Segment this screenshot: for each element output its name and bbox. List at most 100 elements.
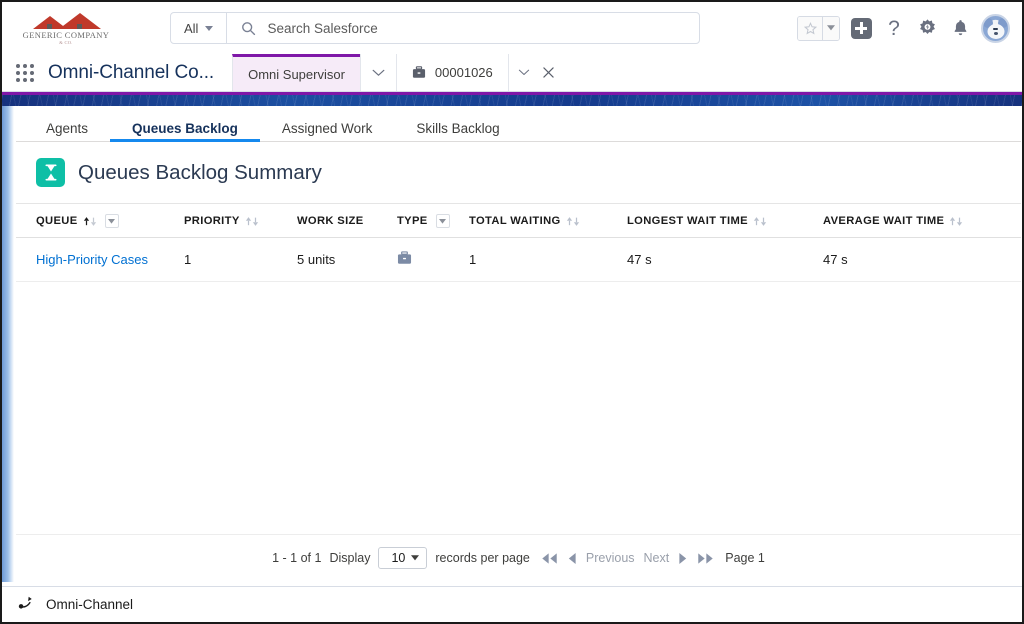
column-header-type[interactable]: TYPE — [397, 204, 469, 238]
question-mark-icon: ? — [888, 16, 900, 40]
bell-icon — [954, 20, 966, 36]
queue-link[interactable]: High-Priority Cases — [36, 252, 148, 267]
tab-agents[interactable]: Agents — [24, 115, 110, 141]
hourglass-icon — [36, 158, 65, 187]
nav-tab-label: 00001026 — [434, 65, 493, 80]
queues-backlog-table-wrapper: QUEUE PRIORITY WORK SIZE TYPE TOTAL WAIT… — [16, 204, 1021, 534]
column-label: PRIORITY — [184, 215, 240, 227]
tab-queues-backlog[interactable]: Queues Backlog — [110, 115, 260, 142]
sort-icon[interactable] — [245, 216, 259, 227]
column-header-work-size[interactable]: WORK SIZE — [297, 204, 397, 238]
chevron-down-icon — [411, 555, 420, 561]
company-logo[interactable]: GENERIC COMPANY & CO. — [20, 10, 112, 46]
chevron-down-icon — [519, 69, 530, 75]
page-title: Queues Backlog Summary — [78, 160, 322, 184]
tab-label: Skills Backlog — [416, 120, 500, 136]
global-search[interactable]: All Search Salesforce — [170, 12, 700, 44]
page-size-select[interactable]: 10 — [378, 547, 428, 569]
favorites-star-icon[interactable] — [798, 16, 822, 40]
supervisor-subtabs: Agents Queues Backlog Assigned Work Skil… — [16, 106, 1021, 142]
tab-assigned-work[interactable]: Assigned Work — [260, 115, 395, 141]
cell-total-waiting: 1 — [469, 237, 627, 282]
global-header: GENERIC COMPANY & CO. All Search Salesfo… — [2, 2, 1022, 54]
cell-type — [397, 237, 469, 282]
queues-backlog-table: QUEUE PRIORITY WORK SIZE TYPE TOTAL WAIT… — [16, 204, 1021, 282]
app-launcher-button[interactable] — [2, 54, 48, 91]
cell-queue: High-Priority Cases — [16, 237, 184, 282]
column-header-longest-wait-time[interactable]: LONGEST WAIT TIME — [627, 204, 823, 238]
omni-channel-label: Omni-Channel — [46, 597, 134, 612]
nav-tab-label: Omni Supervisor — [248, 66, 345, 82]
record-range: 1 - 1 of 1 — [272, 551, 322, 565]
setup-button[interactable] — [915, 16, 939, 40]
pagination-bar: 1 - 1 of 1 Display 10 records per page P… — [16, 534, 1021, 582]
table-header: QUEUE PRIORITY WORK SIZE TYPE TOTAL WAIT… — [16, 204, 1021, 238]
logo-house-icon — [29, 12, 103, 29]
avatar[interactable] — [981, 13, 1010, 43]
page-indicator: Page 1 — [725, 551, 765, 565]
decorative-banner — [2, 92, 1022, 106]
column-header-queue[interactable]: QUEUE — [16, 204, 184, 238]
app-navigation-bar: Omni-Channel Co... Omni Supervisor 00001… — [2, 54, 1022, 92]
favorites-dropdown-icon[interactable] — [822, 16, 839, 40]
logo-tagline: & CO. — [59, 39, 73, 45]
close-icon — [543, 67, 554, 78]
search-input-area[interactable]: Search Salesforce — [227, 13, 699, 43]
sort-icon[interactable] — [753, 216, 767, 227]
briefcase-icon — [412, 66, 426, 79]
page-header: Queues Backlog Summary — [16, 142, 1021, 204]
favorites-group[interactable] — [797, 15, 840, 41]
nav-tab-record-menu[interactable] — [507, 54, 540, 91]
previous-page-button[interactable] — [567, 552, 577, 565]
records-per-page-label: records per page — [435, 551, 530, 565]
header-actions: ? — [797, 2, 1010, 54]
next-page-button[interactable] — [678, 552, 688, 565]
logo-company-name: GENERIC COMPANY — [22, 29, 110, 40]
nav-tab-record-00001026[interactable]: 00001026 — [395, 54, 508, 91]
cell-priority: 1 — [184, 237, 297, 282]
app-launcher-icon — [16, 63, 34, 82]
sort-icon[interactable] — [949, 216, 963, 227]
table-row[interactable]: High-Priority Cases 1 5 units 1 47 s 47 … — [16, 237, 1021, 282]
tab-label: Queues Backlog — [132, 120, 238, 136]
briefcase-icon — [397, 251, 412, 268]
column-label: TYPE — [397, 215, 428, 227]
add-button[interactable] — [849, 16, 873, 40]
table-header-row: QUEUE PRIORITY WORK SIZE TYPE TOTAL WAIT… — [16, 204, 1021, 238]
next-button[interactable]: Next — [644, 551, 670, 565]
chevron-down-icon — [372, 69, 385, 76]
tab-label: Assigned Work — [281, 120, 373, 136]
search-scope-selector[interactable]: All — [171, 13, 228, 43]
column-header-priority[interactable]: PRIORITY — [184, 204, 297, 238]
cell-work-size: 5 units — [297, 237, 397, 282]
nav-tab-omni-supervisor-menu[interactable] — [359, 54, 396, 91]
omni-channel-footer[interactable]: Omni-Channel — [2, 586, 1022, 622]
page-size-value: 10 — [391, 551, 406, 565]
chevron-right-icon — [679, 552, 687, 564]
sort-ascending-icon[interactable] — [83, 216, 97, 227]
nav-tab-omni-supervisor[interactable]: Omni Supervisor — [232, 54, 360, 91]
gear-icon — [919, 18, 935, 34]
omni-channel-icon — [18, 595, 35, 615]
column-menu-type[interactable] — [435, 214, 450, 228]
column-menu-queue[interactable] — [104, 214, 119, 228]
application-window: GENERIC COMPANY & CO. All Search Salesfo… — [0, 0, 1024, 624]
nav-tab-close-button[interactable] — [540, 54, 557, 91]
tab-label: Agents — [46, 120, 89, 136]
content-area: Agents Queues Backlog Assigned Work Skil… — [2, 106, 1022, 582]
sort-icon[interactable] — [566, 216, 580, 227]
last-page-button[interactable] — [697, 552, 714, 565]
column-header-total-waiting[interactable]: TOTAL WAITING — [469, 204, 627, 238]
column-label: AVERAGE WAIT TIME — [823, 215, 945, 227]
help-button[interactable]: ? — [882, 16, 906, 40]
notifications-button[interactable] — [948, 16, 972, 40]
column-label: LONGEST WAIT TIME — [627, 215, 748, 227]
column-header-average-wait-time[interactable]: AVERAGE WAIT TIME — [823, 204, 1021, 238]
column-label: TOTAL WAITING — [469, 215, 561, 227]
tab-skills-backlog[interactable]: Skills Backlog — [394, 115, 521, 141]
column-label: QUEUE — [36, 215, 78, 227]
search-input[interactable]: Search Salesforce — [267, 21, 377, 36]
previous-button[interactable]: Previous — [586, 551, 635, 565]
first-page-button[interactable] — [541, 552, 558, 565]
app-name: Omni-Channel Co... — [48, 61, 215, 83]
